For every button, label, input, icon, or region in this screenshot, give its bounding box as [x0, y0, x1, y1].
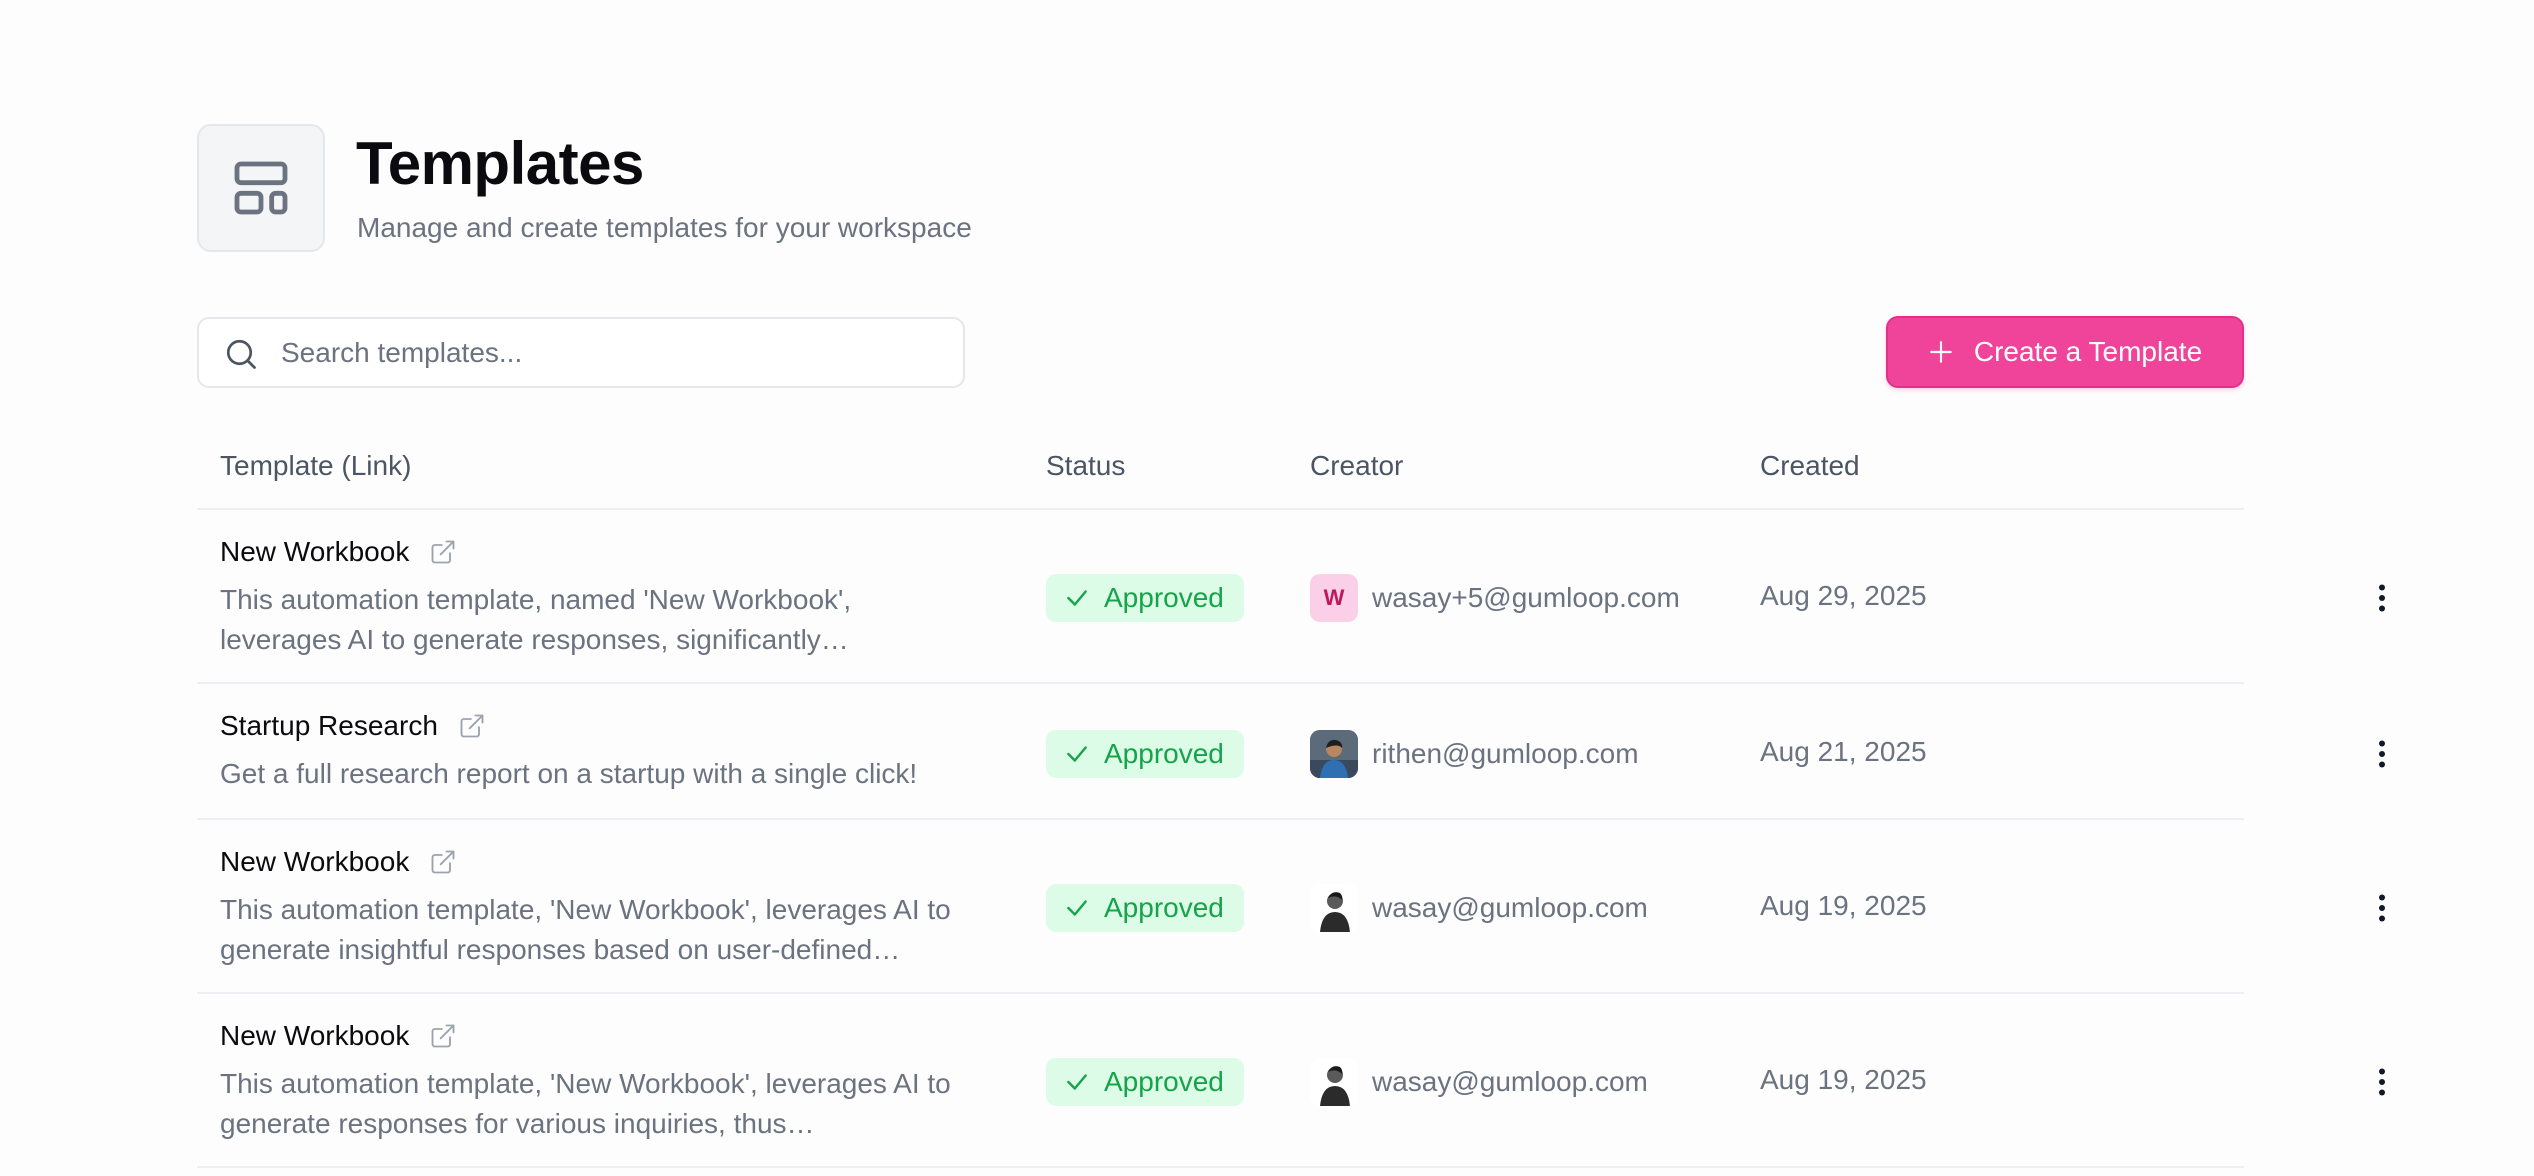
external-link-icon[interactable]	[429, 538, 457, 566]
creator-email: wasay+5@gumloop.com	[1372, 582, 1680, 613]
status-badge: Approved	[1046, 884, 1244, 932]
creator-email: wasay@gumloop.com	[1372, 1066, 1648, 1097]
page-title: Templates	[356, 130, 644, 197]
create-template-label: Create a Template	[1973, 336, 2203, 367]
external-link-icon[interactable]	[429, 848, 457, 876]
status-label: Approved	[1104, 892, 1224, 923]
template-description: Get a full research report on a startup …	[220, 758, 918, 789]
template-description: This automation template, 'New Workbook'…	[220, 894, 951, 965]
avatar	[1310, 884, 1358, 932]
template-name[interactable]: New Workbook	[220, 1020, 409, 1052]
column-header-created[interactable]: Created	[1760, 450, 1860, 482]
status-label: Approved	[1104, 1066, 1224, 1097]
more-vertical-icon[interactable]	[2364, 1064, 2400, 1100]
template-description: This automation template, 'New Workbook'…	[220, 1068, 951, 1139]
template-name[interactable]: Startup Research	[220, 710, 438, 742]
creator: wasay@gumloop.com	[1310, 1058, 1648, 1106]
check-icon	[1067, 1074, 1087, 1090]
templates-page: Templates Manage and create templates fo…	[0, 0, 2534, 1176]
search-icon	[226, 339, 256, 369]
avatar	[1310, 1058, 1358, 1106]
status-badge: Approved	[1046, 1058, 1244, 1106]
table-row[interactable]: New Workbook This automation template, '…	[197, 996, 2385, 1168]
status-badge: Approved	[1046, 574, 1244, 622]
creator-email: wasay@gumloop.com	[1372, 892, 1648, 923]
more-vertical-icon[interactable]	[2364, 580, 2400, 616]
template-name[interactable]: New Workbook	[220, 536, 409, 568]
template-name[interactable]: New Workbook	[220, 846, 409, 878]
check-icon	[1067, 900, 1087, 916]
status-badge: Approved	[1046, 730, 1244, 778]
external-link-icon[interactable]	[458, 712, 486, 740]
created-date: Aug 29, 2025	[1760, 580, 1927, 611]
column-header-status[interactable]: Status	[1046, 450, 1125, 482]
table-row[interactable]: New Workbook This automation template, '…	[197, 822, 2385, 994]
creator-email: rithen@gumloop.com	[1372, 738, 1639, 769]
creator: rithen@gumloop.com	[1310, 730, 1639, 778]
column-header-creator[interactable]: Creator	[1310, 450, 1403, 482]
column-header-template[interactable]: Template (Link)	[220, 450, 411, 482]
search-input[interactable]	[281, 319, 941, 386]
created-date: Aug 21, 2025	[1760, 736, 1927, 767]
table-row[interactable]: New Workbook This automation template, n…	[197, 512, 2385, 684]
created-date: Aug 19, 2025	[1760, 1064, 1927, 1095]
creator: wasay@gumloop.com	[1310, 884, 1648, 932]
layout-template-icon	[197, 124, 325, 252]
status-label: Approved	[1104, 582, 1224, 613]
template-description: This automation template, named 'New Wor…	[220, 584, 852, 655]
status-label: Approved	[1104, 738, 1224, 769]
creator: W wasay+5@gumloop.com	[1310, 574, 1680, 622]
more-vertical-icon[interactable]	[2364, 736, 2400, 772]
external-link-icon[interactable]	[429, 1022, 457, 1050]
more-vertical-icon[interactable]	[2364, 890, 2400, 926]
table-row[interactable]: Startup Research Get a full research rep…	[197, 686, 2385, 820]
avatar	[1310, 730, 1358, 778]
page-subtitle: Manage and create templates for your wor…	[357, 212, 972, 243]
check-icon	[1067, 590, 1087, 606]
create-template-button[interactable]: Create a Template	[1886, 316, 2244, 388]
search-box[interactable]	[197, 317, 965, 388]
avatar: W	[1310, 574, 1358, 622]
table-header: Template (Link) Status Creator Created	[197, 440, 2244, 510]
check-icon	[1067, 746, 1087, 762]
created-date: Aug 19, 2025	[1760, 890, 1927, 921]
plus-icon	[1930, 341, 1952, 363]
